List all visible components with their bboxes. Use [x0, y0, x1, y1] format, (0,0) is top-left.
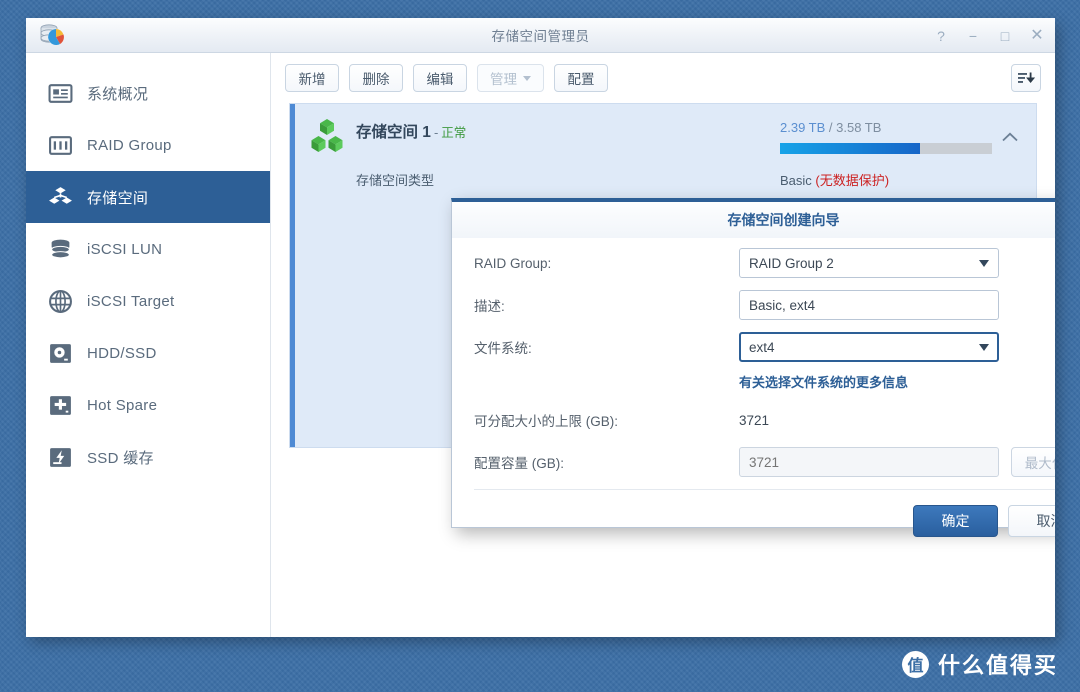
description-label: 描述: [474, 299, 505, 314]
window-title: 存储空间管理员 [491, 29, 590, 44]
max-allocatable-label: 可分配大小的上限 (GB): [474, 414, 618, 429]
watermark-badge: 值 [901, 650, 929, 678]
close-button[interactable]: ✕ [1029, 27, 1045, 44]
minimize-button[interactable]: − [965, 29, 981, 43]
sidebar-item-iscsi-target[interactable]: iSCSI Target [26, 275, 270, 327]
iscsi-target-icon [49, 289, 72, 313]
title-separator: - [433, 125, 439, 140]
create-storage-space-dialog: 存储空间创建向导 RAID Group: 描述: [451, 198, 1055, 537]
cancel-button[interactable]: 取消 [1008, 504, 1055, 537]
sidebar-item-label: HDD/SSD [87, 344, 157, 362]
ok-button[interactable]: 确定 [913, 504, 998, 537]
help-button[interactable]: ? [933, 29, 949, 43]
overview-icon [48, 83, 73, 103]
description-field[interactable] [739, 290, 999, 320]
title-bar: 存储空间管理员 ? − □ ✕ [26, 18, 1055, 53]
sidebar-item-hdd-ssd[interactable]: HDD/SSD [26, 327, 270, 379]
sort-button[interactable] [1011, 64, 1041, 92]
status-badge: 正常 [441, 126, 467, 140]
dialog-footer: 确定 取消 [474, 489, 1055, 551]
filesystem-row: 文件系统: [474, 332, 1055, 362]
storage-space-icon [49, 186, 72, 204]
capacity-text: 2.39 TB / 3.58 TB [780, 120, 1002, 135]
sidebar-item-label: Hot Spare [87, 396, 158, 414]
raid-group-icon [49, 135, 72, 155]
description-input[interactable] [739, 290, 999, 320]
dialog-title: 存储空间创建向导 [727, 212, 840, 228]
sidebar-item-label: RAID Group [87, 136, 172, 154]
sidebar-item-system-overview[interactable]: 系统概况 [26, 67, 270, 119]
storage-panel-header: 存储空间 1- 正常 2.39 TB / 3.58 TB [290, 104, 1036, 166]
raid-group-label: RAID Group: [474, 255, 552, 271]
maximize-button[interactable]: □ [997, 29, 1013, 43]
raid-group-row: RAID Group: [474, 248, 1055, 278]
sidebar-item-label: 系统概况 [87, 85, 149, 103]
sidebar-item-label: iSCSI LUN [87, 240, 163, 258]
storage-type-warning: (无数据保护) [815, 173, 890, 188]
watermark-text: 什么值得买 [937, 653, 1058, 678]
sidebar-item-iscsi-lun[interactable]: iSCSI LUN [26, 223, 270, 275]
max-allocatable-row: 可分配大小的上限 (GB): 3721 [474, 405, 1055, 435]
storage-volume-icon [311, 119, 343, 152]
chevron-down-icon [979, 344, 989, 351]
delete-button[interactable]: 删除 [349, 64, 403, 92]
raid-group-select-value[interactable] [739, 248, 999, 278]
dialog-header: 存储空间创建向导 [452, 202, 1055, 238]
manage-dropdown-button[interactable]: 管理 [477, 64, 544, 92]
application-window: 存储空间管理员 ? − □ ✕ 系统概况 RAID Group 存储空间 iSC… [26, 18, 1055, 637]
max-allocatable-value: 3721 [739, 412, 770, 428]
storage-type-row: 存储空间类型 Basic (无数据保护) [290, 170, 1036, 189]
window-controls: ? − □ ✕ [933, 18, 1045, 53]
filesystem-select-value[interactable] [739, 332, 999, 362]
configured-capacity-field[interactable] [739, 447, 999, 477]
app-icon [40, 24, 64, 45]
configured-capacity-input[interactable] [739, 447, 999, 477]
sort-descending-icon [1018, 72, 1035, 84]
window-body: 系统概况 RAID Group 存储空间 iSCSI LUN iSCSI Tar… [26, 53, 1055, 637]
configured-capacity-label: 配置容量 (GB): [474, 456, 564, 471]
manage-label: 管理 [490, 72, 517, 87]
capacity-used: 2.39 TB [780, 120, 826, 135]
create-button[interactable]: 新增 [285, 64, 339, 92]
configured-capacity-row: 配置容量 (GB): 最大化 [474, 447, 1055, 477]
filesystem-label: 文件系统: [474, 341, 532, 356]
storage-type-label: 存储空间类型 [356, 173, 435, 188]
edit-button[interactable]: 编辑 [413, 64, 467, 92]
description-row: 描述: [474, 290, 1055, 320]
capacity-total: / 3.58 TB [825, 120, 882, 135]
chevron-down-icon [979, 260, 989, 267]
sidebar-item-hot-spare[interactable]: Hot Spare [26, 379, 270, 431]
iscsi-lun-icon [51, 239, 70, 258]
volume-title-group: 存储空间 1- 正常 [356, 120, 466, 142]
sidebar: 系统概况 RAID Group 存储空间 iSCSI LUN iSCSI Tar… [26, 53, 271, 637]
main-content: 新增 删除 编辑 管理 配置 存储空间 1 - 正常 2.39 TB / 3.5… [271, 53, 1055, 637]
raid-group-select[interactable] [739, 248, 999, 278]
capacity-bar-fill [780, 143, 920, 154]
storage-type-basic: Basic [780, 173, 816, 188]
sidebar-item-label: 存储空间 [87, 189, 149, 207]
toolbar: 新增 删除 编辑 管理 配置 [271, 53, 1055, 103]
chevron-down-icon [523, 75, 531, 81]
sidebar-item-ssd-cache[interactable]: SSD 缓存 [26, 431, 270, 483]
sidebar-item-storage-space[interactable]: 存储空间 [26, 171, 270, 223]
ssd-cache-icon [50, 447, 71, 467]
dialog-body: RAID Group: 描述: 文件系统: [452, 238, 1055, 489]
chevron-up-icon[interactable] [1002, 132, 1018, 142]
capacity-group: 2.39 TB / 3.58 TB [780, 120, 1002, 154]
configure-button[interactable]: 配置 [554, 64, 608, 92]
maximize-capacity-button[interactable]: 最大化 [1011, 447, 1055, 477]
sidebar-item-raid-group[interactable]: RAID Group [26, 119, 270, 171]
filesystem-info-link[interactable]: 有关选择文件系统的更多信息 [739, 372, 1055, 391]
sidebar-item-label: SSD 缓存 [87, 449, 154, 467]
volume-title: 存储空间 1 [356, 124, 431, 141]
watermark: 值 什么值得买 [901, 648, 1058, 680]
capacity-bar [780, 143, 992, 154]
filesystem-select[interactable] [739, 332, 999, 362]
hot-spare-icon [50, 395, 71, 415]
hdd-ssd-icon [50, 343, 71, 363]
storage-type-value: Basic (无数据保护) [780, 170, 889, 189]
sidebar-item-label: iSCSI Target [87, 292, 175, 310]
